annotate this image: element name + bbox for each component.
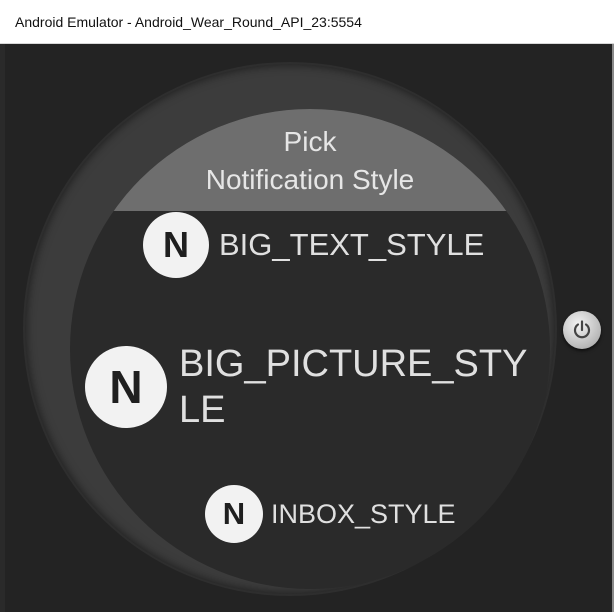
badge-letter: N: [222, 496, 246, 531]
power-button[interactable]: [563, 311, 601, 349]
list-item-label: BIG_TEXT_STYLE: [219, 227, 485, 262]
badge-letter: N: [109, 361, 143, 413]
watch-bezel: Pick Notification Style N BIG_TEXT_STYLE…: [25, 64, 555, 594]
list-item-big-picture-style[interactable]: N BIG_PICTURE_STY LE: [85, 337, 527, 437]
notification-n-icon: N: [205, 485, 263, 543]
emulator-window: Android Emulator - Android_Wear_Round_AP…: [0, 0, 614, 612]
header-title-line2: Notification Style: [205, 164, 415, 195]
power-icon: [573, 320, 591, 339]
list-item-label: BIG_PICTURE_STY LE: [179, 341, 527, 433]
watch-screen: Pick Notification Style N BIG_TEXT_STYLE…: [70, 109, 550, 589]
list-header: Pick Notification Style: [70, 109, 550, 211]
notification-n-icon: N: [85, 346, 167, 428]
list-item-label-line1: BIG_PICTURE_STY: [179, 343, 528, 385]
list-item-label-line2: LE: [179, 389, 226, 431]
header-title-line1: Pick: [283, 126, 337, 157]
list-item-label: INBOX_STYLE: [271, 498, 456, 529]
list-item-big-text-style[interactable]: N BIG_TEXT_STYLE: [143, 212, 484, 278]
list-item-inbox-style[interactable]: N INBOX_STYLE: [205, 485, 456, 543]
emulator-display: Pick Notification Style N BIG_TEXT_STYLE…: [5, 44, 612, 612]
notification-n-icon: N: [143, 212, 209, 278]
window-titlebar[interactable]: Android Emulator - Android_Wear_Round_AP…: [0, 0, 614, 44]
window-title: Android Emulator - Android_Wear_Round_AP…: [15, 14, 362, 30]
badge-letter: N: [163, 224, 189, 265]
